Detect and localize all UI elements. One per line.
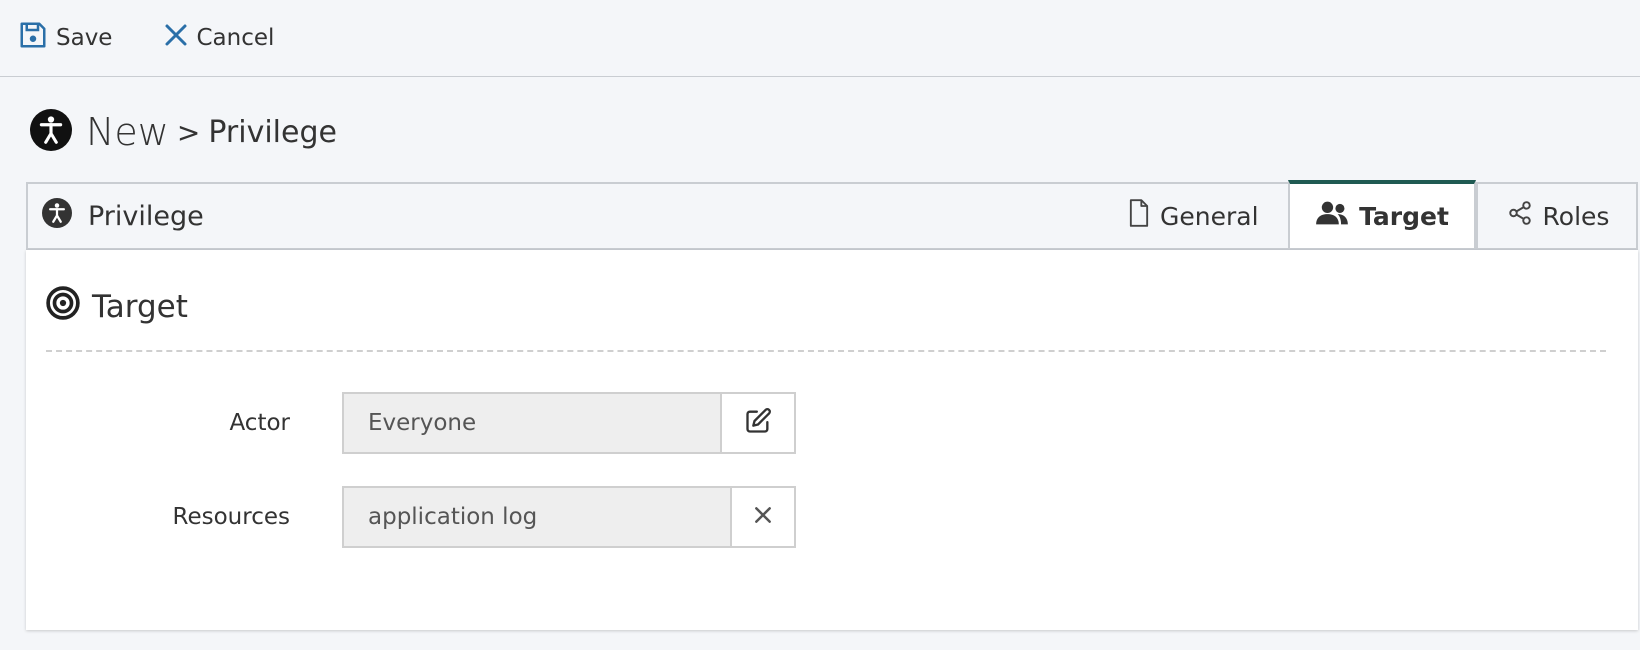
accessibility-icon [42, 197, 88, 235]
actor-field[interactable]: Everyone [342, 392, 722, 454]
users-icon [1315, 199, 1359, 233]
save-label: Save [56, 25, 113, 51]
section-title: Target [92, 289, 188, 325]
tabbar-title-label: Privilege [88, 200, 204, 232]
save-icon [18, 20, 56, 56]
bullseye-icon [46, 286, 92, 328]
section-header: Target [46, 286, 188, 328]
actor-edit-button[interactable] [720, 392, 796, 454]
tab-target-label: Target [1359, 201, 1449, 231]
close-icon [164, 23, 196, 53]
save-button[interactable]: Save [18, 18, 112, 58]
tab-roles-label: Roles [1542, 201, 1610, 231]
share-icon [1507, 200, 1543, 232]
file-icon [1128, 199, 1160, 233]
breadcrumb-privilege: Privilege [208, 114, 337, 150]
page-title: New > Privilege [30, 104, 337, 160]
edit-icon [744, 407, 772, 439]
accessibility-icon [30, 109, 72, 155]
target-panel: Target Actor Everyone Resources applicat… [26, 250, 1638, 630]
tab-general-label: General [1160, 201, 1259, 231]
tabbar-title: Privilege [42, 184, 204, 248]
actor-label: Actor [229, 410, 290, 436]
tab-bar: Privilege General Target Roles [26, 180, 1638, 250]
section-divider [46, 350, 1606, 352]
breadcrumb-separator: > [176, 115, 201, 149]
resources-field[interactable]: application log [342, 486, 732, 548]
cancel-button[interactable]: Cancel [164, 18, 274, 58]
tab-general[interactable]: General [1128, 184, 1277, 248]
actor-row: Actor Everyone [26, 392, 826, 454]
toolbar: Save Cancel [0, 0, 1640, 77]
cancel-label: Cancel [196, 25, 275, 51]
breadcrumb-new: New [86, 110, 169, 154]
resources-label: Resources [172, 504, 290, 530]
resources-clear-button[interactable] [730, 486, 796, 548]
resources-row: Resources application log [26, 486, 826, 548]
close-icon [753, 505, 773, 529]
tab-target[interactable]: Target [1288, 180, 1476, 248]
tab-roles[interactable]: Roles [1476, 184, 1638, 248]
